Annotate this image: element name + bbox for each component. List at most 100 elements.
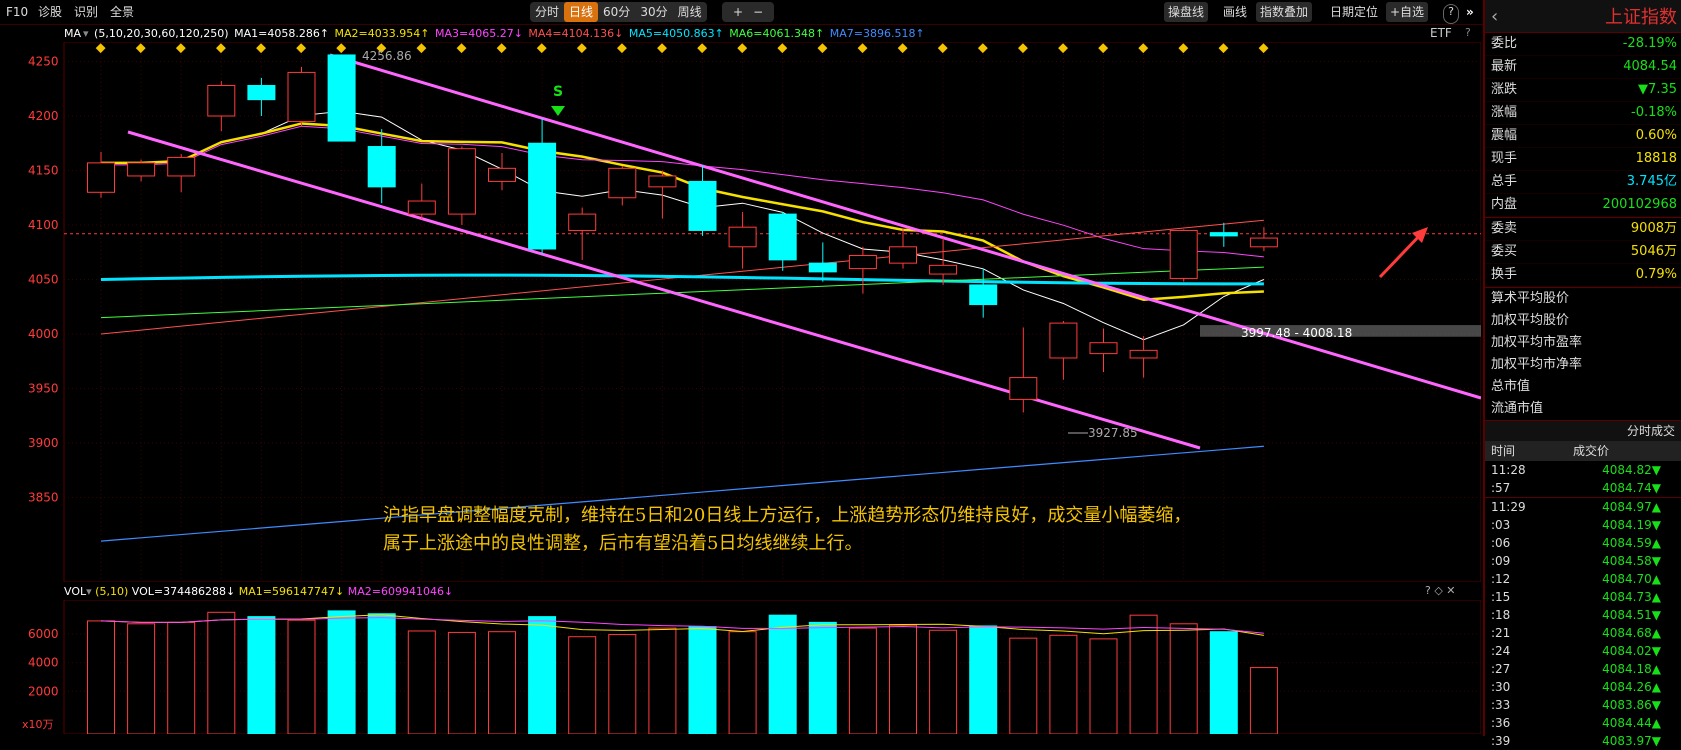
- vol-panel-icons[interactable]: ? ◇ ✕: [1425, 584, 1456, 597]
- back-icon[interactable]: ‹: [1491, 6, 1498, 27]
- ma-label[interactable]: MA: [64, 27, 81, 40]
- vol-ma2-line: [100, 617, 1264, 634]
- volume-bar: [287, 619, 316, 734]
- stat-list-item[interactable]: 加权平均股价: [1485, 310, 1681, 332]
- trade-row: :09 4084.58▼: [1485, 552, 1681, 570]
- volume-bar: [1089, 638, 1118, 734]
- trade-row: :27 4084.18▲: [1485, 660, 1681, 678]
- event-diamond: [296, 43, 307, 54]
- quote-label: 换手: [1491, 267, 1518, 282]
- help-icon[interactable]: ?: [1443, 4, 1459, 24]
- sell-signal-arrow-icon: [551, 106, 565, 116]
- etf-label[interactable]: ETF: [1430, 26, 1452, 40]
- quote-row: 震幅 0.60%: [1485, 125, 1681, 148]
- trade-time: :30: [1491, 680, 1511, 694]
- diagnose-button[interactable]: 诊股: [38, 3, 62, 21]
- ma6-value: MA6=4061.348↑: [729, 27, 825, 40]
- stat-list-item[interactable]: 加权平均市盈率: [1485, 332, 1681, 354]
- zoom-out-button[interactable]: −: [748, 2, 768, 22]
- trade-row: :15 4084.73▲: [1485, 588, 1681, 606]
- watchlist-menu[interactable]: +自选: [1386, 2, 1429, 22]
- quote-label: 委卖: [1491, 221, 1518, 236]
- trade-row: :57 4084.74▼: [1485, 479, 1681, 497]
- trades-price-header: 成交价: [1572, 444, 1609, 458]
- trade-row: :33 4083.86▼: [1485, 696, 1681, 714]
- event-diamond: [977, 43, 988, 54]
- ma1-value: MA1=4058.286↑: [234, 27, 330, 40]
- zoom-in-button[interactable]: +: [728, 2, 748, 22]
- candle-body: [608, 167, 637, 199]
- candle-body: [87, 162, 115, 193]
- trades-time-header: 时间: [1491, 444, 1516, 458]
- kline-chart[interactable]: 4250 4200 4150 4100 4050 4000 3950 3900 3850 425…: [0, 42, 1481, 582]
- trade-price: 4084.18▲: [1602, 662, 1661, 676]
- date-locate-button[interactable]: 日期定位: [1330, 3, 1378, 21]
- candle-body: [407, 200, 436, 215]
- volume-chart[interactable]: 6000 4000 2000 x10万: [0, 600, 1481, 734]
- quote-value: 18818: [1635, 151, 1677, 166]
- tab-period-timeshare[interactable]: 分时: [530, 2, 564, 22]
- event-diamond: [697, 43, 708, 54]
- candle-body: [528, 142, 557, 250]
- trade-price: 4084.26▲: [1602, 680, 1661, 694]
- ma1-line: [101, 110, 1265, 341]
- stat-list-item[interactable]: 流通市值: [1485, 398, 1681, 420]
- quote-label: 内盘: [1491, 197, 1518, 212]
- trade-time: :09: [1491, 554, 1511, 568]
- gap-range-label: 3997.48 - 4008.18: [1241, 326, 1352, 340]
- candle-body: [247, 84, 276, 101]
- top-toolbar: F10 诊股 识别 全景 分时 日线 60分 30分 周线 + − 操盘线 画线…: [0, 0, 1485, 25]
- trade-price: 4083.97▼: [1602, 734, 1661, 748]
- candle-body: [367, 146, 396, 188]
- strategy-line-menu[interactable]: 操盘线: [1164, 2, 1209, 22]
- event-diamond: [897, 43, 908, 54]
- quote-row: 委比 -28.19%: [1485, 33, 1681, 56]
- event-diamond: [737, 43, 748, 54]
- vol-tick-label: 6000: [28, 627, 59, 641]
- stat-list-item[interactable]: 加权平均市净率: [1485, 354, 1681, 376]
- collapse-icon[interactable]: »: [1466, 3, 1474, 21]
- event-diamond: [95, 43, 106, 54]
- quote-value: 9008万: [1630, 221, 1677, 236]
- volume-bar: [929, 629, 958, 734]
- trade-row: :36 4084.44▲: [1485, 714, 1681, 732]
- event-diamond: [937, 43, 948, 54]
- event-diamond: [1058, 43, 1068, 54]
- index-overlay-menu[interactable]: 指数叠加: [1256, 2, 1313, 22]
- candle-body: [488, 167, 516, 182]
- volume-bar: [608, 634, 637, 734]
- vol-label[interactable]: VOL: [64, 585, 86, 598]
- trade-price: 4084.51▼: [1602, 608, 1661, 622]
- vol-ma1-value: MA1=596147747↓: [238, 585, 345, 598]
- f10-button[interactable]: F10: [6, 3, 28, 21]
- tab-period-daily[interactable]: 日线: [564, 2, 599, 22]
- tab-period-30min[interactable]: 30分: [635, 2, 672, 22]
- event-diamond: [817, 43, 828, 54]
- trade-price: 4084.58▼: [1602, 554, 1661, 568]
- trade-row: :18 4084.51▼: [1485, 606, 1681, 624]
- volume-bar: [1169, 623, 1198, 734]
- trade-time: :33: [1491, 698, 1511, 712]
- volume-bar: [528, 616, 557, 734]
- volume-bar: [407, 630, 436, 734]
- identify-button[interactable]: 识别: [74, 3, 98, 21]
- volume-bar: [1009, 637, 1038, 734]
- vol-value: VOL=374486288↓: [131, 585, 236, 598]
- quote-label: 总手: [1491, 174, 1518, 189]
- quote-row: 委买 5046万: [1485, 241, 1681, 264]
- candle-body: [1049, 322, 1078, 359]
- tab-period-60min[interactable]: 60分: [598, 2, 635, 22]
- trade-price: 4084.44▲: [1602, 716, 1661, 730]
- stat-list-item[interactable]: 总市值: [1485, 376, 1681, 398]
- event-diamond: [496, 43, 507, 54]
- ma-help-icon[interactable]: ?: [1465, 26, 1471, 39]
- trade-time: 11:29: [1491, 500, 1526, 514]
- tab-period-weekly[interactable]: 周线: [673, 2, 707, 22]
- price-tick-label: 4150: [28, 164, 59, 178]
- trade-time: :57: [1491, 481, 1511, 495]
- quote-label: 委买: [1491, 244, 1518, 259]
- stat-list-item[interactable]: 算术平均股价: [1485, 288, 1681, 310]
- draw-line-button[interactable]: 画线: [1223, 3, 1247, 21]
- fullview-button[interactable]: 全景: [110, 3, 134, 21]
- trade-row: :03 4084.19▼: [1485, 516, 1681, 534]
